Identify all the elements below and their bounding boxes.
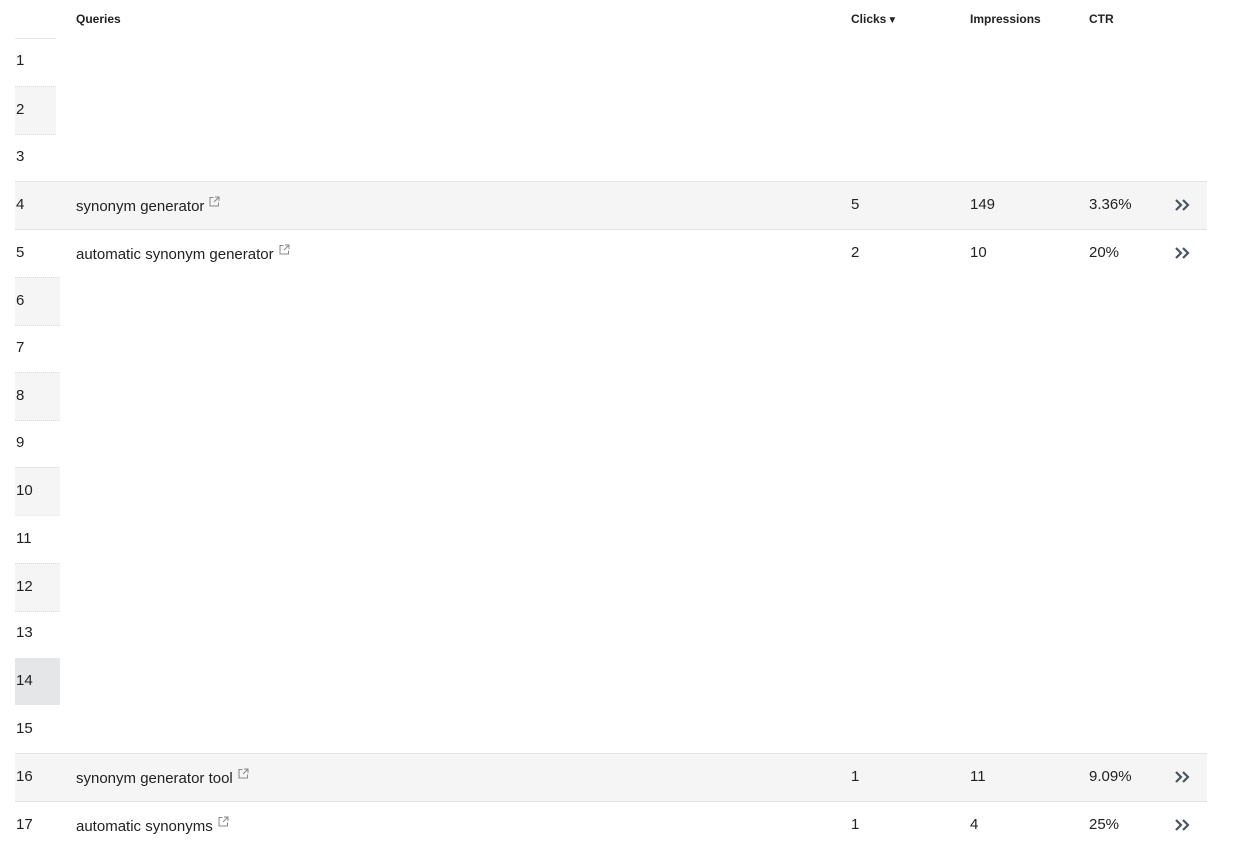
clicks-label: Clicks: [851, 12, 887, 26]
clicks-value: 2: [851, 244, 860, 261]
clicks-value: 5: [851, 196, 860, 213]
row-rank: 17: [16, 816, 33, 833]
table-row: 14: [15, 658, 60, 705]
query-cell: synonym generator: [76, 196, 220, 215]
query-cell: synonym generator tool: [76, 768, 249, 787]
impressions-value: 4: [970, 816, 979, 833]
table-row[interactable]: 4 synonym generator 5 149 3.36%: [15, 181, 1207, 229]
sort-descending-icon: ▼: [887, 15, 898, 26]
row-rank: 5: [16, 244, 25, 261]
table-row: 11: [15, 515, 60, 563]
external-link-icon[interactable]: [238, 768, 249, 779]
row-rank: 7: [16, 339, 25, 356]
row-rank: 12: [16, 578, 33, 595]
query-text: synonym generator: [76, 198, 205, 215]
row-rank: 4: [16, 196, 25, 213]
query-text: automatic synonyms: [76, 818, 213, 835]
row-rank: 11: [16, 530, 32, 547]
row-rank: 6: [16, 292, 25, 309]
table-row[interactable]: 17 automatic synonyms 1 4 25%: [15, 801, 1207, 849]
ctr-value: 25%: [1089, 816, 1120, 833]
query-text: automatic synonym generator: [76, 246, 274, 263]
clicks-value: 1: [851, 816, 860, 833]
table-header: Queries Clicks▼ Impressions CTR: [0, 10, 1241, 30]
row-rank: 2: [16, 101, 25, 118]
table-row: 2: [15, 86, 56, 135]
table-row: 8: [15, 372, 60, 421]
table-row: 10: [15, 467, 60, 515]
row-rank: 3: [16, 148, 25, 165]
table-row: 15: [15, 706, 60, 753]
ctr-value: 20%: [1089, 244, 1120, 261]
double-chevron-right-icon[interactable]: [1173, 815, 1195, 835]
table-row: 12: [15, 563, 60, 612]
ctr-value: 3.36%: [1089, 196, 1132, 213]
row-rank: 10: [16, 482, 33, 499]
double-chevron-right-icon[interactable]: [1173, 767, 1195, 787]
row-rank: 15: [16, 720, 33, 737]
column-header-clicks[interactable]: Clicks▼: [851, 12, 897, 26]
row-rank: 1: [16, 52, 25, 69]
table-row: 9: [15, 420, 60, 467]
row-rank: 9: [16, 434, 25, 451]
table-row[interactable]: 16 synonym generator tool 1 11 9.09%: [15, 753, 1207, 801]
row-rank: 16: [16, 768, 33, 785]
clicks-value: 1: [851, 768, 860, 785]
column-header-ctr[interactable]: CTR: [1089, 12, 1114, 26]
ctr-value: 9.09%: [1089, 768, 1132, 785]
double-chevron-right-icon[interactable]: [1173, 243, 1195, 263]
table-row: 3: [15, 134, 56, 181]
table-row[interactable]: 5 automatic synonym generator 2 10 20%: [15, 229, 1207, 277]
impressions-value: 149: [970, 196, 996, 213]
row-rank: 13: [16, 624, 33, 641]
impressions-value: 10: [970, 244, 987, 261]
external-link-icon[interactable]: [218, 816, 229, 827]
table-row: 13: [15, 610, 60, 657]
table-row: 1: [15, 38, 56, 85]
impressions-value: 11: [970, 768, 986, 785]
external-link-icon[interactable]: [209, 196, 220, 207]
table-row: 7: [15, 325, 60, 372]
table-row: 6: [15, 277, 60, 326]
external-link-icon[interactable]: [279, 244, 290, 255]
column-header-queries[interactable]: Queries: [76, 12, 121, 26]
query-cell: automatic synonym generator: [76, 244, 290, 263]
row-rank: 14: [16, 672, 33, 689]
queries-table: Queries Clicks▼ Impressions CTR 1 2 3 4 …: [0, 0, 1241, 844]
double-chevron-right-icon[interactable]: [1173, 195, 1195, 215]
query-cell: automatic synonyms: [76, 816, 229, 835]
query-text: synonym generator tool: [76, 770, 233, 787]
column-header-impressions[interactable]: Impressions: [970, 12, 1041, 26]
row-rank: 8: [16, 387, 25, 404]
